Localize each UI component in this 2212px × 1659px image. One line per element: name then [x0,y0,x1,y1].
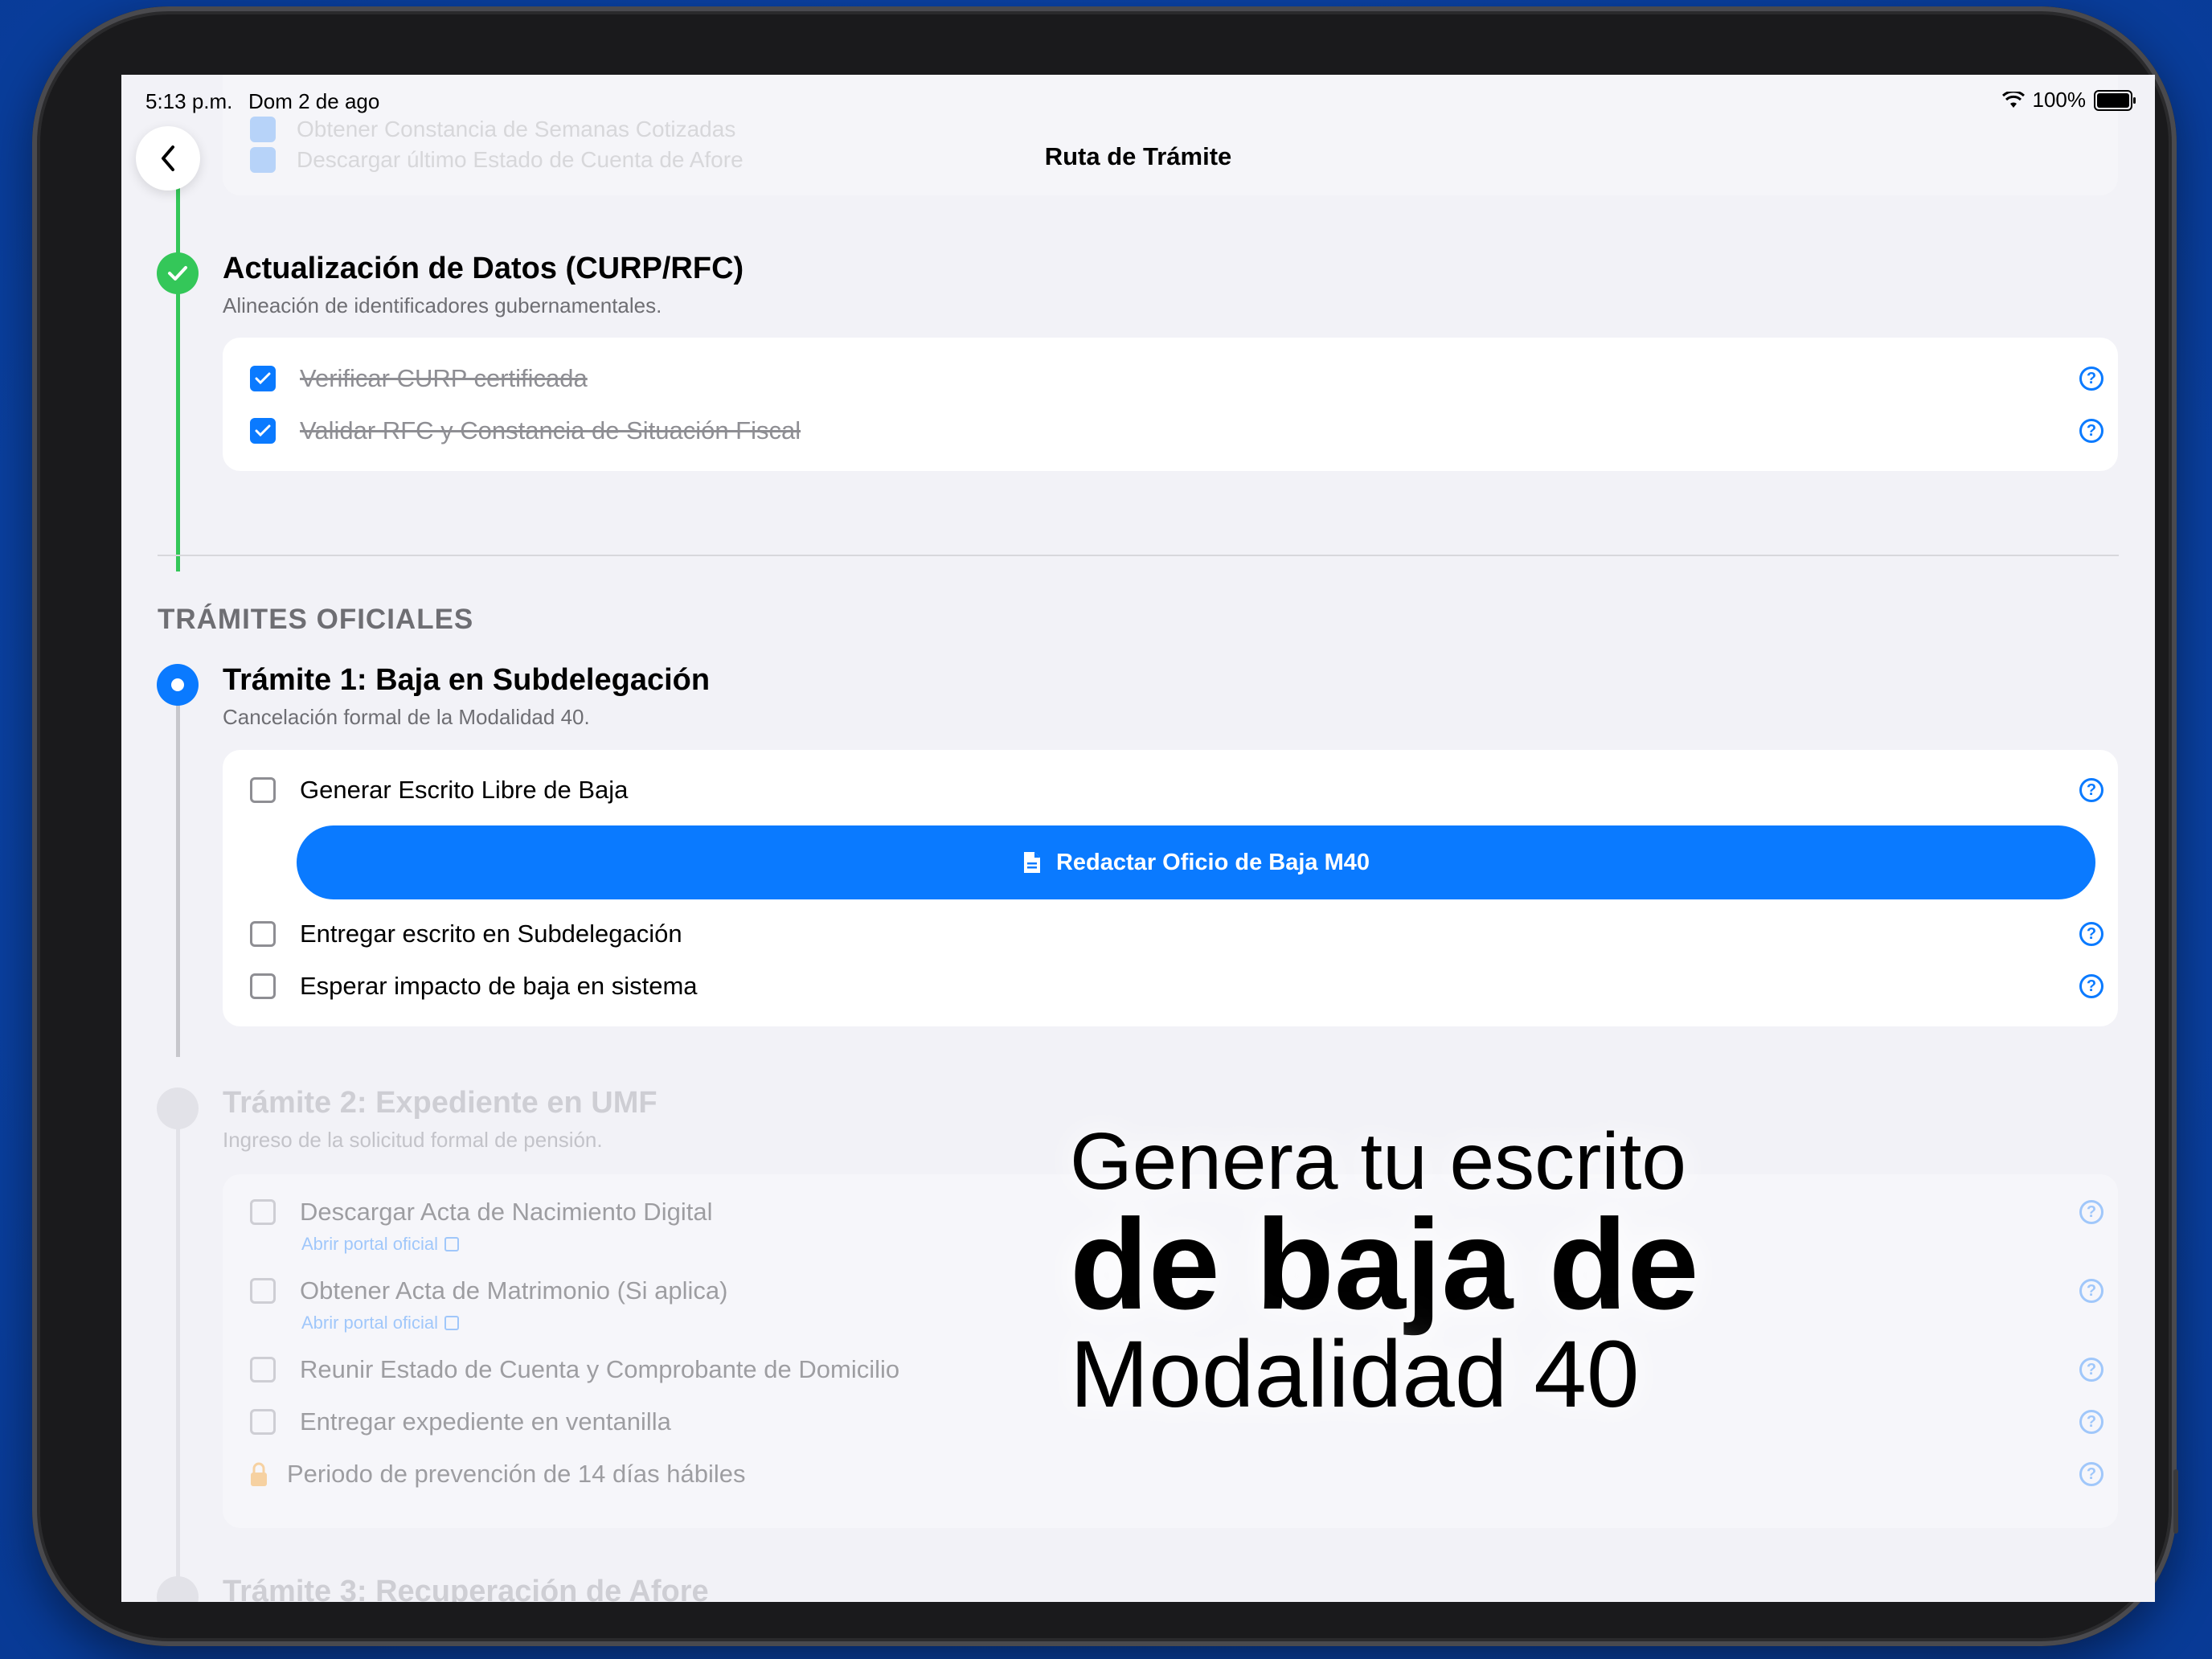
tablet-frame: Obtener Constancia de Semanas Cotizadas … [32,6,2178,1646]
step-title: Trámite 3: Recuperación de Afore [223,1575,709,1602]
checkbox-checked[interactable] [250,418,276,444]
question-circle-icon[interactable]: ? [2079,419,2103,443]
step-complete-indicator [157,252,199,294]
question-circle-icon[interactable]: ? [2079,1410,2103,1434]
checkmark-icon [255,372,271,385]
timeline-line-complete [176,187,180,571]
divider [158,555,2119,556]
step-subtitle: Ingreso de la solicitud formal de pensió… [223,1128,603,1152]
timeline-line [176,1108,180,1602]
task-item: Esperar impacto de baja en sistema ? [250,966,2103,1006]
battery-percent: 100% [2032,88,2087,112]
link-label: Abrir portal oficial [301,1234,438,1254]
current-dot [171,678,184,691]
step-pending-indicator [157,1576,199,1602]
status-time: 5:13 p.m. [145,89,233,113]
back-button[interactable] [136,126,200,190]
side-button [2173,1469,2178,1534]
checkbox[interactable] [250,921,276,947]
task-label: Verificar CURP certificada [300,364,588,392]
task-item: Periodo de prevención de 14 días hábiles… [250,1454,2103,1494]
promo-headline: Genera tu escrito de baja de Modalidad 4… [1070,1120,1874,1425]
battery-icon [2094,89,2136,111]
checkbox[interactable] [250,1357,276,1382]
question-circle-icon[interactable]: ? [2079,778,2103,802]
draft-letter-button[interactable]: Redactar Oficio de Baja M40 [297,825,2095,899]
checkbox[interactable] [250,777,276,803]
status-date: Dom 2 de ago [248,89,380,113]
question-circle-icon[interactable]: ? [2079,367,2103,391]
page-title: Ruta de Trámite [1044,142,1232,170]
app-screen: Obtener Constancia de Semanas Cotizadas … [121,75,2155,1602]
link-label: Abrir portal oficial [301,1313,438,1333]
task-card: Generar Escrito Libre de Baja ? Redactar… [223,750,2118,1026]
task-label: Generar Escrito Libre de Baja [300,776,629,804]
promo-line-2: de baja de [1070,1192,1699,1336]
external-link-icon [444,1316,459,1330]
checkbox[interactable] [250,1409,276,1435]
step-current-indicator [157,664,199,706]
checkbox[interactable] [250,973,276,999]
task-label: Periodo de prevención de 14 días hábiles [287,1460,746,1488]
step-pending-indicator [157,1088,199,1129]
question-circle-icon[interactable]: ? [2079,1200,2103,1224]
question-circle-icon[interactable]: ? [2079,1358,2103,1382]
task-card: Verificar CURP certificada ? Validar RFC… [223,338,2118,471]
checkmark-icon [255,424,271,437]
step-subtitle: Cancelación formal de la Modalidad 40. [223,705,590,729]
section-header: TRÁMITES OFICIALES [158,604,474,635]
wifi-icon [2001,91,2025,108]
question-circle-icon[interactable]: ? [2079,1279,2103,1303]
step-title: Actualización de Datos (CURP/RFC) [223,252,744,285]
task-item: Verificar CURP certificada ? [250,358,2103,399]
step-title: Trámite 2: Expediente en UMF [223,1086,657,1120]
question-circle-icon[interactable]: ? [2079,1462,2103,1486]
checkbox[interactable] [250,1278,276,1304]
question-circle-icon[interactable]: ? [2079,974,2103,998]
task-label: Esperar impacto de baja en sistema [300,972,698,1000]
checkbox-checked[interactable] [250,366,276,391]
open-portal-link[interactable]: Abrir portal oficial [301,1313,459,1333]
step-subtitle: Alineación de identificadores gubernamen… [223,293,662,317]
status-bar: 5:13 p.m. Dom 2 de ago 100% [121,75,2155,131]
task-item: Entregar escrito en Subdelegación ? [250,914,2103,954]
lock-icon [251,1462,267,1486]
external-link-icon [444,1237,459,1251]
question-circle-icon[interactable]: ? [2079,922,2103,946]
task-item: Generar Escrito Libre de Baja ? [250,770,2103,810]
step-title: Trámite 1: Baja en Subdelegación [223,663,711,697]
task-label: Validar RFC y Constancia de Situación Fi… [300,416,801,444]
document-icon [1023,852,1040,873]
promo-line-3: Modalidad 40 [1070,1321,1640,1428]
checkbox[interactable] [250,1199,276,1225]
open-portal-link[interactable]: Abrir portal oficial [301,1234,459,1255]
task-label: Entregar escrito en Subdelegación [300,920,682,948]
status-right: 100% [2001,88,2136,113]
checkmark-icon [168,266,187,281]
timeline-line [176,686,180,1057]
draft-letter-label: Redactar Oficio de Baja M40 [1055,849,1370,875]
chevron-left-icon [162,145,174,171]
task-item: Validar RFC y Constancia de Situación Fi… [250,411,2103,451]
